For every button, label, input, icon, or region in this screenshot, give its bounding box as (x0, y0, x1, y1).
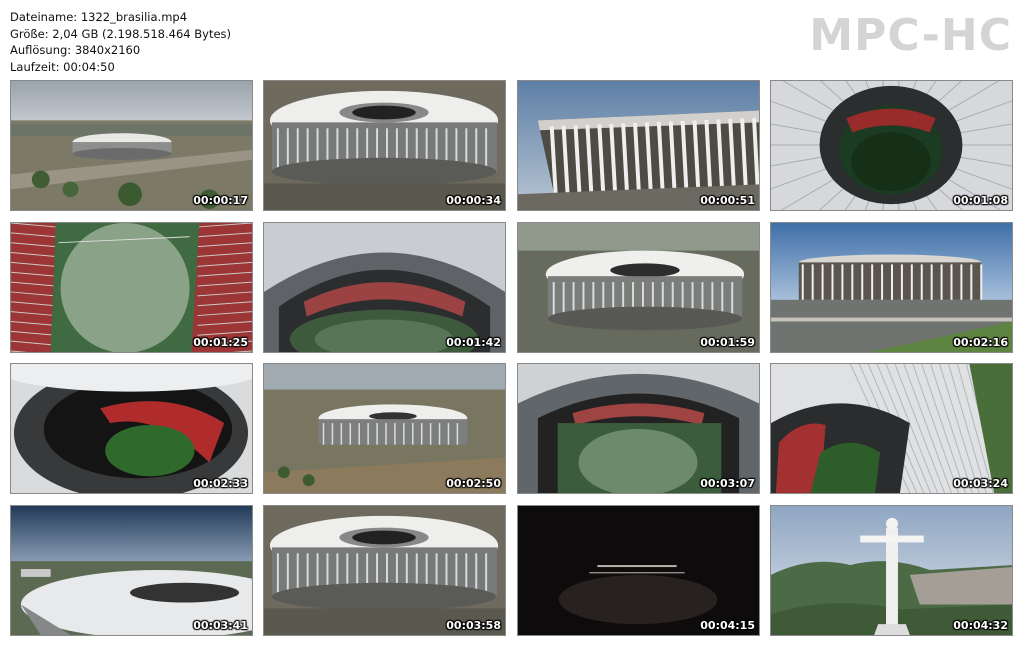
file-size: Größe: 2,04 GB (2.198.518.464 Bytes) (10, 26, 232, 41)
thumbnail-timestamp: 00:04:32 (953, 619, 1008, 632)
thumbnail-frame-image (11, 364, 252, 493)
thumbnail-frame-image (771, 81, 1012, 210)
thumbnail: 00:02:50 (263, 363, 506, 494)
thumbnail-timestamp: 00:01:42 (446, 336, 501, 349)
thumbnail-timestamp: 00:04:15 (700, 619, 755, 632)
thumbnail-frame-image (11, 506, 252, 635)
thumbnail: 00:00:34 (263, 80, 506, 211)
thumbnail-frame-image (518, 223, 759, 352)
file-duration: Laufzeit: 00:04:50 (10, 59, 115, 74)
thumbnail-frame-image (264, 81, 505, 210)
thumbnail-timestamp: 00:03:24 (953, 477, 1008, 490)
thumbnail-frame-image (771, 223, 1012, 352)
thumbnail-timestamp: 00:03:58 (446, 619, 501, 632)
thumbnail: 00:01:59 (517, 222, 760, 353)
thumbnail-frame-image (771, 506, 1012, 635)
thumbnail: 00:03:07 (517, 363, 760, 494)
thumbnail: 00:02:33 (10, 363, 253, 494)
thumbnail: 00:03:24 (770, 363, 1013, 494)
thumbnail-frame-image (518, 81, 759, 210)
thumbnail-grid: 00:00:17 00:00:34 00:00:51 00:01:08 00:0… (10, 80, 1014, 636)
thumbnail: 00:01:25 (10, 222, 253, 353)
thumbnail-timestamp: 00:03:41 (193, 619, 248, 632)
file-info: Dateiname: 1322_brasilia.mp4 Größe: 2,04… (10, 9, 231, 75)
thumbnail: 00:04:15 (517, 505, 760, 636)
thumbnail: 00:00:17 (10, 80, 253, 211)
thumbnail-frame-image (264, 364, 505, 493)
thumbnail-frame-image (11, 81, 252, 210)
thumbnail-timestamp: 00:00:17 (193, 194, 248, 207)
thumbnail-timestamp: 00:02:33 (193, 477, 248, 490)
thumbnail-timestamp: 00:03:07 (700, 477, 755, 490)
thumbnail: 00:03:41 (10, 505, 253, 636)
mpc-hc-logo: MPC-HC (809, 10, 1012, 61)
thumbnail: 00:00:51 (517, 80, 760, 211)
thumbnail-timestamp: 00:02:50 (446, 477, 501, 490)
thumbnail-frame-image (264, 506, 505, 635)
thumbnail: 00:02:16 (770, 222, 1013, 353)
thumbnail-timestamp: 00:00:51 (700, 194, 755, 207)
thumbnail-timestamp: 00:01:59 (700, 336, 755, 349)
thumbnail-timestamp: 00:02:16 (953, 336, 1008, 349)
thumbnail-timestamp: 00:01:08 (953, 194, 1008, 207)
thumbnail-frame-image (771, 364, 1012, 493)
file-resolution: Auflösung: 3840x2160 (10, 43, 141, 57)
file-name: Dateiname: 1322_brasilia.mp4 (10, 10, 188, 24)
thumbnail-sheet: Dateiname: 1322_brasilia.mp4 Größe: 2,04… (0, 0, 1024, 646)
thumbnail: 00:04:32 (770, 505, 1013, 636)
thumbnail-frame-image (264, 223, 505, 352)
thumbnail: 00:01:08 (770, 80, 1013, 211)
thumbnail-timestamp: 00:01:25 (193, 336, 248, 349)
thumbnail-frame-image (11, 223, 252, 352)
thumbnail-frame-image (518, 364, 759, 493)
thumbnail: 00:03:58 (263, 505, 506, 636)
thumbnail: 00:01:42 (263, 222, 506, 353)
thumbnail-timestamp: 00:00:34 (446, 194, 501, 207)
thumbnail-frame-image (518, 506, 759, 635)
